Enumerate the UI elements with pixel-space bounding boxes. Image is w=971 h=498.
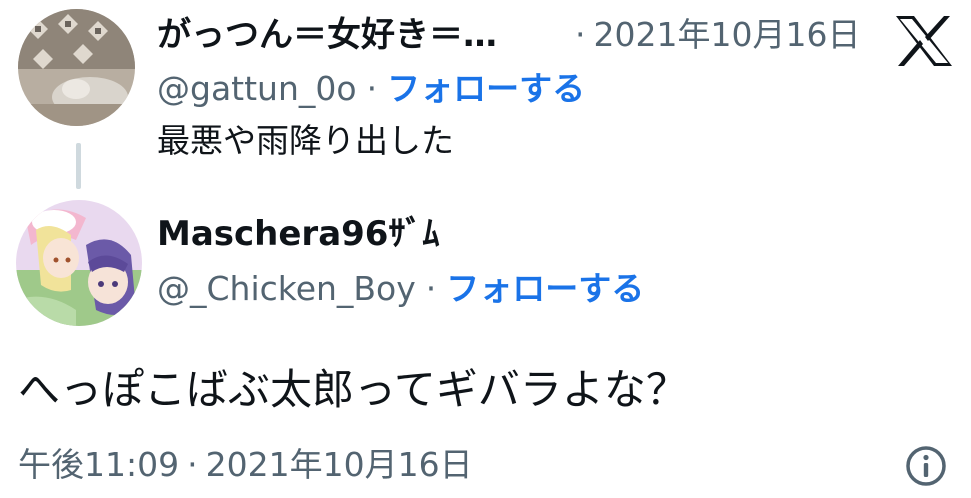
timestamp-separator: · (187, 445, 198, 484)
date-separator: · (575, 15, 586, 54)
quoted-handle[interactable]: @gattun_0o (157, 69, 357, 108)
avatar-gattun[interactable] (18, 9, 135, 126)
reply-handle-row: @_Chicken_Boy · フォローする (157, 268, 644, 310)
reply-tweet-text: へっぽこばぶ太郎ってギバラよな？ (18, 365, 688, 414)
reply-author-name[interactable]: Maschera96ｻﾞﾑ (157, 212, 439, 256)
quoted-date-text: 2021年10月16日 (593, 15, 861, 54)
avatar-maschera[interactable] (16, 200, 142, 326)
reply-date: 2021年10月16日 (205, 445, 473, 484)
quoted-tweet-date[interactable]: · 2021年10月16日 (575, 14, 860, 56)
info-icon[interactable] (904, 444, 948, 488)
x-logo-icon[interactable] (894, 14, 954, 68)
reply-timestamp[interactable]: 午後11:09 · 2021年10月16日 (18, 444, 473, 486)
follow-button-reply[interactable]: フォローする (446, 269, 644, 308)
quoted-handle-row: @gattun_0o · フォローする (157, 68, 585, 110)
quoted-author-name[interactable]: がっつん＝女好き＝… (157, 14, 497, 56)
reply-handle[interactable]: @_Chicken_Boy (157, 269, 416, 308)
quoted-tweet-text: 最悪や雨降り出した (157, 121, 454, 160)
follow-button-quoted[interactable]: フォローする (387, 69, 585, 108)
reply-time: 午後11:09 (18, 445, 180, 484)
handle-separator: · (366, 69, 378, 108)
handle-separator: · (425, 269, 437, 308)
thread-connector-line (76, 143, 81, 189)
